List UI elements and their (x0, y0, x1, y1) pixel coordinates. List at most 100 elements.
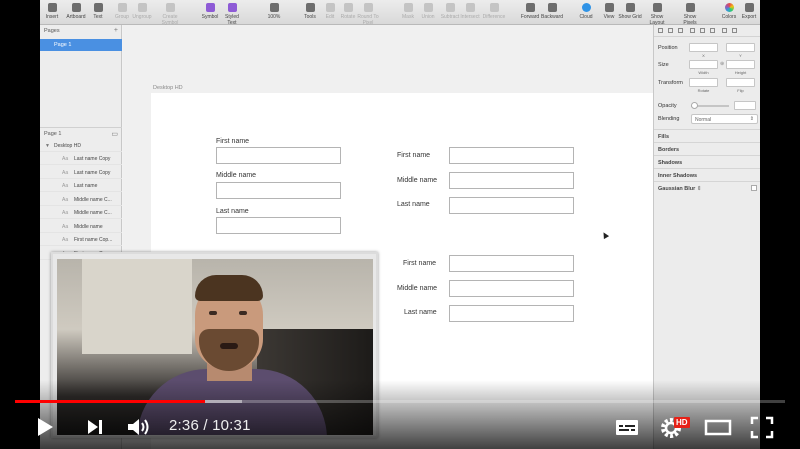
blending-select-value: Normal (695, 117, 712, 123)
layer-item-label: Middle name C... (74, 196, 112, 203)
opacity-input[interactable] (734, 101, 756, 110)
align-left-icon[interactable] (658, 28, 663, 33)
align-top-icon[interactable] (690, 28, 695, 33)
add-page-icon[interactable]: + (114, 27, 118, 34)
rotate-input[interactable] (689, 78, 718, 87)
form-c-middle-input[interactable] (449, 280, 574, 297)
volume-icon[interactable] (124, 413, 154, 441)
collapse-layers-icon[interactable]: ▭ (111, 130, 118, 138)
subtitles-icon[interactable] (612, 413, 642, 441)
toolbar-button-label: Symbol (201, 14, 219, 20)
form-a-first-input[interactable] (216, 147, 341, 164)
toolbar-button-label: Forward (520, 14, 540, 20)
form-b-middle-input[interactable] (449, 172, 574, 189)
toolbar-export-button[interactable]: Export (737, 2, 760, 20)
toolbar-button-label: Intersect (460, 14, 480, 20)
align-center-icon[interactable] (668, 28, 673, 33)
ungroup-icon (137, 3, 147, 12)
align-middle-icon[interactable] (700, 28, 705, 33)
opacity-slider[interactable] (691, 102, 729, 109)
form-b-first-input[interactable] (449, 147, 574, 164)
toolbar-text-button[interactable]: Text (86, 2, 110, 20)
toolbar-button-label: Cloud (579, 14, 593, 20)
toolbar-ungroup-button[interactable]: Ungroup (130, 2, 154, 20)
artboard-title[interactable]: Desktop HD (153, 85, 183, 91)
section-shadows[interactable]: Shadows (654, 155, 760, 168)
position-y-input[interactable] (726, 43, 755, 52)
theater-mode-icon[interactable] (703, 413, 733, 441)
section-fills[interactable]: Fills (654, 129, 760, 142)
text-layer-icon: Aa (62, 169, 69, 176)
layer-item[interactable]: Aa Last name Copy (40, 166, 122, 179)
blending-select[interactable]: Normal ⇕ (691, 114, 758, 124)
flip-control[interactable] (726, 78, 755, 87)
toolbar-cloud-button[interactable]: Cloud (574, 2, 598, 20)
toolbar-round-to-pixel-button[interactable]: Round To Pixel (356, 2, 380, 26)
layer-item[interactable]: Aa Middle name (40, 220, 122, 233)
toolbar-intersect-button[interactable]: Intersect (458, 2, 482, 20)
video-player[interactable]: Insert Artboard Text Group Ungroup Create Sym… (0, 0, 800, 449)
form-b-last-input[interactable] (449, 197, 574, 214)
layer-item[interactable]: Aa Last name Copy (40, 152, 122, 165)
toolbar-artboard-button[interactable]: Artboard (64, 2, 88, 20)
align-right-icon[interactable] (678, 28, 683, 33)
section-gaussian-blur[interactable]: Gaussian Blur ⇕ (654, 181, 760, 194)
layer-item-label: First name Cop... (74, 237, 113, 243)
toolbar-button-label: Edit (325, 14, 335, 20)
subtract-icon (445, 3, 455, 12)
toolbar-button-label: Show Grid (618, 14, 642, 20)
position-x-input[interactable] (689, 43, 718, 52)
progress-bar[interactable] (15, 400, 785, 403)
toolbar-show-grid-button[interactable]: Show Grid (618, 2, 642, 20)
blending-label: Blending (658, 116, 680, 122)
toolbar-button-label: Tools (304, 14, 316, 20)
section-inner-shadows[interactable]: Inner Shadows (654, 168, 760, 181)
toolbar-union-button[interactable]: Union (416, 2, 440, 20)
distribute-horizontal-icon[interactable] (722, 28, 727, 33)
form-a-middle-input[interactable] (216, 182, 341, 199)
toolbar-button-label: Ungroup (132, 14, 152, 20)
layer-item[interactable]: Aa First name Cop... (40, 233, 122, 246)
toolbar-create-symbol-button[interactable]: Create Symbol (158, 2, 182, 26)
distribute-vertical-icon[interactable] (732, 28, 737, 33)
zoom-icon (269, 3, 279, 12)
lock-ratio-icon[interactable]: ⊕ (720, 61, 724, 67)
width-input[interactable] (689, 60, 718, 69)
toolbar-backward-button[interactable]: Backward (540, 2, 564, 20)
align-bottom-icon[interactable] (710, 28, 715, 33)
chevron-updown-icon: ⇕ (749, 116, 754, 122)
toolbar-button-label: Subtract (440, 14, 460, 20)
form-a-middle-label: Middle name (216, 172, 257, 179)
toolbar-show-layout-button[interactable]: Show Layout (645, 2, 669, 26)
gaussian-blur-checkbox[interactable] (751, 185, 757, 191)
toolbar-show-pixels-button[interactable]: Show Pixels (678, 2, 702, 26)
height-input[interactable] (726, 60, 755, 69)
disclosure-triangle-icon[interactable]: ▼ (45, 143, 50, 149)
toolbar-styled-text-button[interactable]: Styled Text (220, 2, 244, 26)
toolbar-difference-button[interactable]: Difference (482, 2, 506, 20)
next-icon[interactable] (80, 413, 110, 441)
toolbar-100-button[interactable]: 100% (262, 2, 286, 20)
page-item-selected[interactable]: Page 1 (40, 39, 122, 51)
layer-group-desktop-hd[interactable]: ▼ Desktop HD (40, 139, 122, 152)
form-a-last-input[interactable] (216, 217, 341, 234)
toolbar-insert-button[interactable]: Insert (40, 2, 64, 20)
toolbar-button-label: Artboard (66, 14, 86, 20)
colors-icon (724, 3, 734, 12)
form-c-first-input[interactable] (449, 255, 574, 272)
opacity-slider-knob[interactable] (691, 102, 698, 109)
play-icon[interactable] (30, 413, 60, 441)
view-icon (604, 3, 614, 12)
export-icon (744, 3, 754, 12)
transform-label: Transform (658, 80, 683, 86)
form-c-last-input[interactable] (449, 305, 574, 322)
toolbar-button-label: View (603, 14, 615, 20)
fullscreen-icon[interactable] (747, 413, 777, 441)
layer-item[interactable]: Aa Middle name C... (40, 193, 122, 206)
toolbar-symbol-button[interactable]: Symbol (198, 2, 222, 20)
tools-icon (305, 3, 315, 12)
section-borders[interactable]: Borders (654, 142, 760, 155)
layer-item[interactable]: Aa Middle name C... (40, 206, 122, 219)
layer-item[interactable]: Aa Last name (40, 179, 122, 192)
toolbar-forward-button[interactable]: Forward (518, 2, 542, 20)
